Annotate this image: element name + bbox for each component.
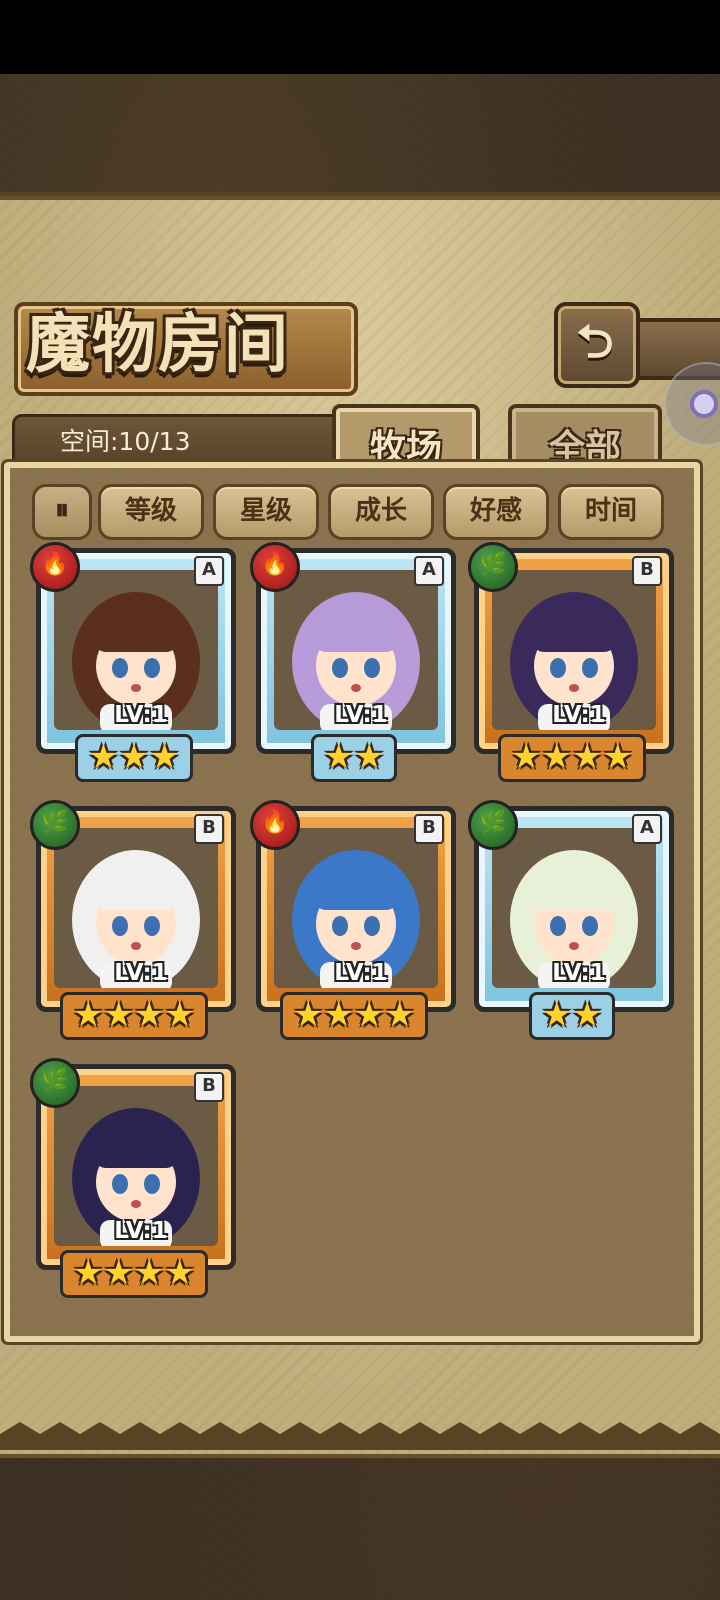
star-icon: ★ <box>149 737 180 777</box>
filter-affection[interactable]: 好感 <box>443 484 549 540</box>
level-label: LV:1 <box>552 702 606 728</box>
star-bar: ★★★ <box>75 734 193 782</box>
filter-growth[interactable]: 成长 <box>328 484 434 540</box>
star-rating: ★★★★ <box>474 734 670 782</box>
star-bar: ★★★★ <box>280 992 428 1040</box>
rank-badge: A <box>414 556 444 586</box>
sort-toggle-button[interactable]: ⏸ <box>32 484 92 540</box>
level-label: LV:1 <box>334 702 388 728</box>
star-rating: ★★★★ <box>36 1250 232 1298</box>
panel-bottom-edge <box>0 1422 720 1450</box>
filter-star[interactable]: 星级 <box>213 484 319 540</box>
monster-card[interactable]: B 🌿 LV:1 ★★★★ <box>30 800 236 1042</box>
leaf-icon: 🌿 <box>468 800 518 850</box>
star-rating: ★★★ <box>36 734 232 782</box>
star-rating: ★★★★ <box>256 992 452 1040</box>
status-bar <box>0 0 720 74</box>
star-icon: ★ <box>293 995 324 1035</box>
back-arrow-icon[interactable]: ⮌ <box>566 312 624 370</box>
star-icon: ★ <box>511 737 542 777</box>
monster-card[interactable]: B 🌿 LV:1 ★★★★ <box>468 542 674 784</box>
fire-icon: 🔥 <box>30 542 80 592</box>
leaf-icon: 🌿 <box>30 800 80 850</box>
monster-card[interactable]: B 🔥 LV:1 ★★★★ <box>250 800 456 1042</box>
rank-badge: A <box>194 556 224 586</box>
monster-card[interactable]: A 🌿 LV:1 ★★ <box>468 800 674 1042</box>
star-icon: ★ <box>384 995 415 1035</box>
star-icon: ★ <box>572 737 603 777</box>
assistant-icon <box>690 390 718 418</box>
star-icon: ★ <box>134 995 165 1035</box>
star-icon: ★ <box>164 1253 195 1293</box>
rank-badge: B <box>194 814 224 844</box>
monster-card[interactable]: A 🔥 LV:1 ★★★ <box>30 542 236 784</box>
fire-icon: 🔥 <box>250 800 300 850</box>
star-rating: ★★ <box>256 734 452 782</box>
star-icon: ★ <box>88 737 119 777</box>
leaf-icon: 🌿 <box>30 1058 80 1108</box>
star-rating: ★★ <box>474 992 670 1040</box>
space-capacity: 空间:10/13 <box>60 427 191 456</box>
star-icon: ★ <box>354 737 385 777</box>
page-title: 魔物房间 <box>26 307 290 382</box>
star-icon: ★ <box>541 995 572 1035</box>
level-label: LV:1 <box>114 960 168 986</box>
star-icon: ★ <box>323 737 354 777</box>
level-label: LV:1 <box>552 960 606 986</box>
level-label: LV:1 <box>334 960 388 986</box>
star-bar: ★★ <box>310 734 398 782</box>
star-icon: ★ <box>354 995 385 1035</box>
rank-badge: B <box>414 814 444 844</box>
star-rating: ★★★★ <box>36 992 232 1040</box>
star-icon: ★ <box>103 1253 134 1293</box>
sort-toggle-icon: ⏸ <box>54 493 69 526</box>
star-icon: ★ <box>602 737 633 777</box>
filter-time[interactable]: 时间 <box>558 484 664 540</box>
star-bar: ★★★★ <box>60 1250 208 1298</box>
leaf-icon: 🌿 <box>468 542 518 592</box>
star-icon: ★ <box>323 995 354 1035</box>
star-icon: ★ <box>118 737 150 777</box>
rank-badge: A <box>632 814 662 844</box>
star-icon: ★ <box>164 995 195 1035</box>
monster-card[interactable]: B 🌿 LV:1 ★★★★ <box>30 1058 236 1300</box>
star-icon: ★ <box>572 995 603 1035</box>
star-icon: ★ <box>134 1253 165 1293</box>
star-icon: ★ <box>103 995 134 1035</box>
fire-icon: 🔥 <box>250 542 300 592</box>
star-bar: ★★ <box>528 992 616 1040</box>
star-icon: ★ <box>541 737 572 777</box>
star-bar: ★★★★ <box>498 734 646 782</box>
filter-level[interactable]: 等级 <box>98 484 204 540</box>
star-bar: ★★★★ <box>60 992 208 1040</box>
monster-card[interactable]: A 🔥 LV:1 ★★ <box>250 542 456 784</box>
star-icon: ★ <box>73 995 104 1035</box>
star-icon: ★ <box>73 1253 104 1293</box>
rank-badge: B <box>632 556 662 586</box>
level-label: LV:1 <box>114 702 168 728</box>
level-label: LV:1 <box>114 1218 168 1244</box>
rank-badge: B <box>194 1072 224 1102</box>
